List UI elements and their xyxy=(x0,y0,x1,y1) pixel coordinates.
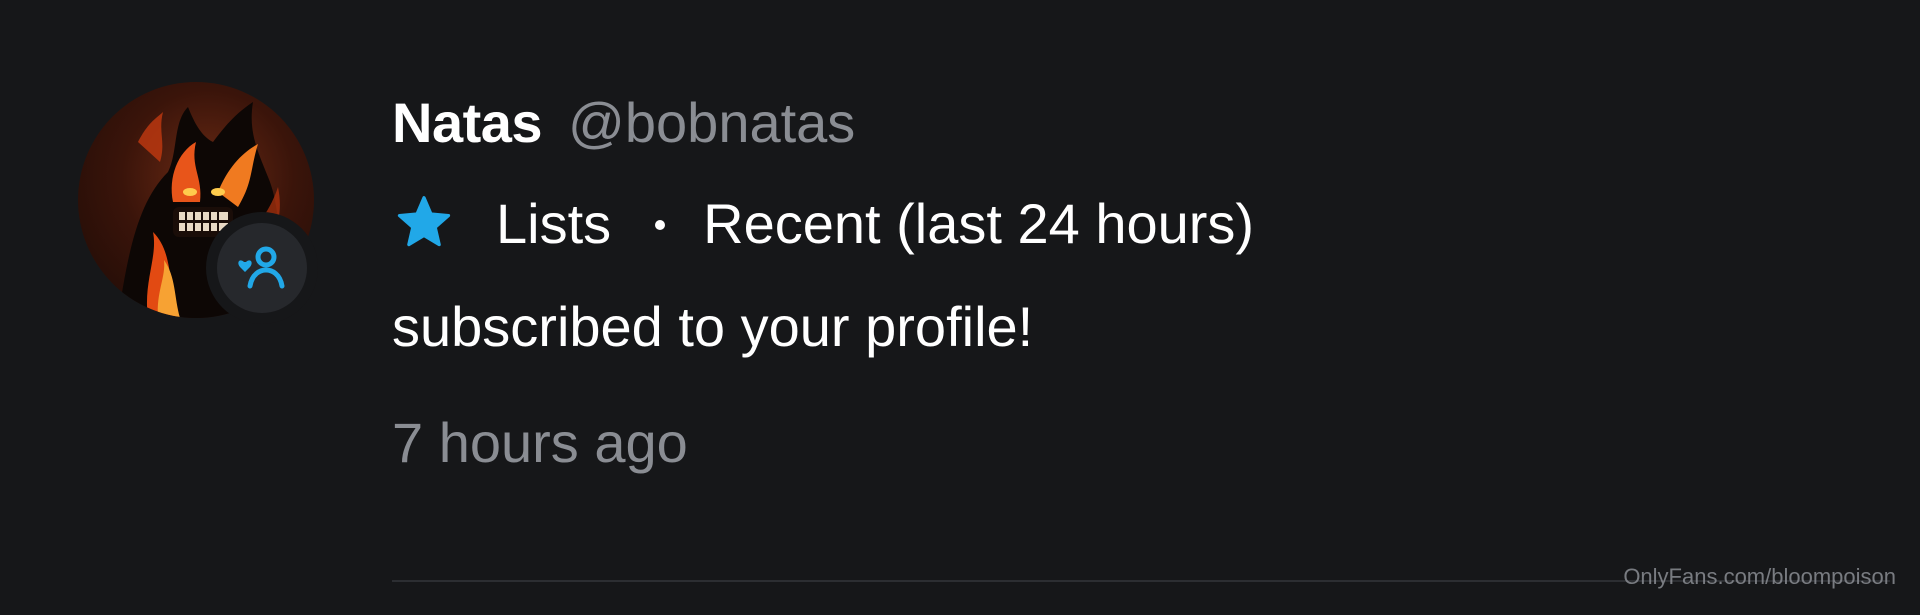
notification-message: subscribed to your profile! xyxy=(392,295,1034,358)
notification-content: Natas @bobnatas Lists Recent (last 24 ho… xyxy=(392,90,1920,478)
subscriber-icon xyxy=(238,246,285,289)
username[interactable]: @bobnatas xyxy=(568,90,855,155)
notification-item[interactable]: Natas @bobnatas Lists Recent (last 24 ho… xyxy=(0,0,1920,615)
avatar-container[interactable] xyxy=(78,82,318,324)
star-icon xyxy=(392,191,456,255)
user-row: Natas @bobnatas xyxy=(392,90,1920,162)
lists-link[interactable]: Lists xyxy=(496,191,611,256)
separator-dot xyxy=(655,220,666,230)
watermark: OnlyFans.com/bloompoison xyxy=(1623,564,1896,589)
timestamp: 7 hours ago xyxy=(392,411,688,474)
display-name[interactable]: Natas xyxy=(392,90,543,155)
subscriber-badge xyxy=(206,212,318,324)
list-row: Lists Recent (last 24 hours) xyxy=(392,188,1920,258)
list-name[interactable]: Recent (last 24 hours) xyxy=(703,191,1254,256)
